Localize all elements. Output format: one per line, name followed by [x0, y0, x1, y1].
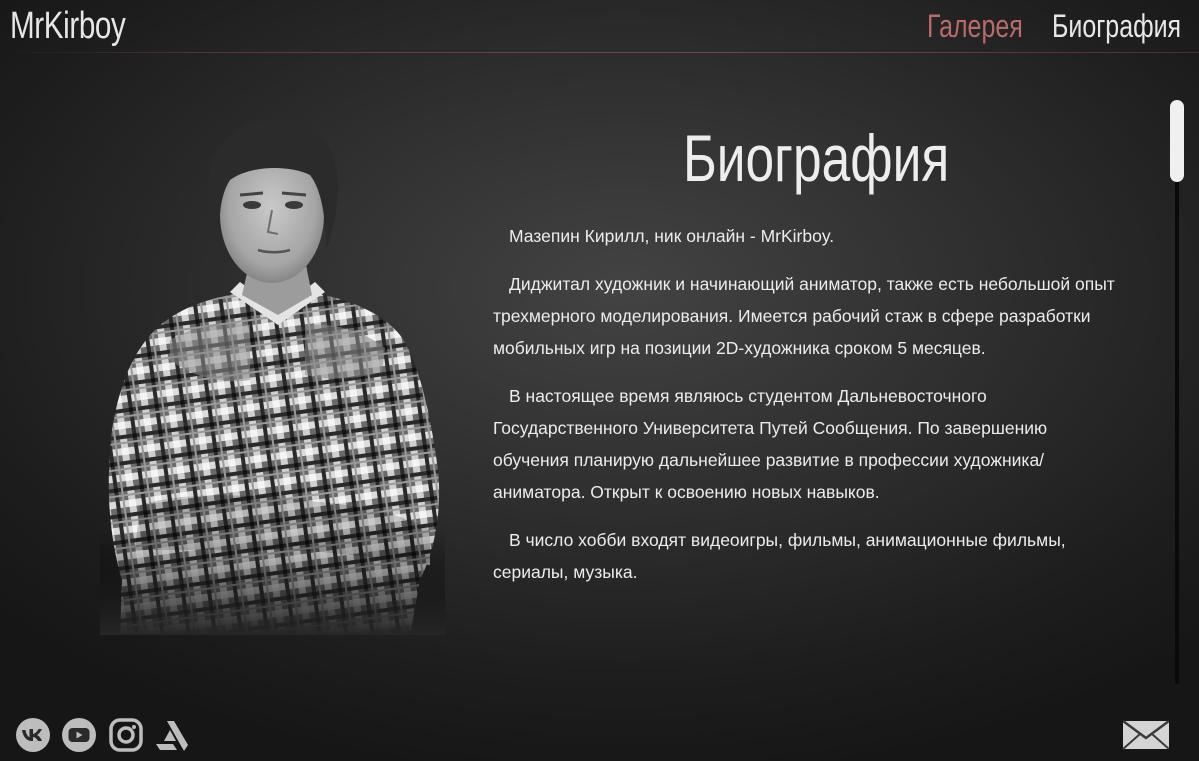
scrollbar-thumb[interactable] [1170, 100, 1184, 182]
bio-paragraph: В число хобби входят видеоигры, фильмы, … [493, 530, 1066, 582]
portrait-photo [100, 110, 445, 635]
header-divider [0, 52, 1199, 53]
bio-paragraph: Диджитал художник и начинающий аниматор,… [493, 274, 1115, 358]
header: MrKirboy Галерея Биография [0, 0, 1199, 53]
instagram-icon[interactable] [108, 717, 144, 753]
vk-icon[interactable] [15, 717, 51, 753]
bio-text: Мазепин Кирилл, ник онлайн - MrKirboy. Д… [493, 220, 1123, 604]
artstation-icon[interactable] [153, 717, 189, 753]
nav-biography-link[interactable]: Биография [1052, 4, 1181, 48]
youtube-icon[interactable] [61, 717, 97, 753]
mail-icon[interactable] [1122, 720, 1170, 750]
scrollbar[interactable] [1170, 100, 1184, 684]
scrollbar-track[interactable] [1175, 100, 1179, 684]
site-logo[interactable]: MrKirboy [10, 2, 126, 50]
bio-paragraph: Мазепин Кирилл, ник онлайн - MrKirboy. [509, 226, 835, 246]
bio-paragraph: В настоящее время являюсь студентом Даль… [493, 386, 1048, 502]
nav-gallery-link[interactable]: Галерея [927, 4, 1023, 48]
page-title: Биография [683, 121, 950, 195]
page: MrKirboy Галерея Биография Биография Маз… [0, 0, 1199, 761]
